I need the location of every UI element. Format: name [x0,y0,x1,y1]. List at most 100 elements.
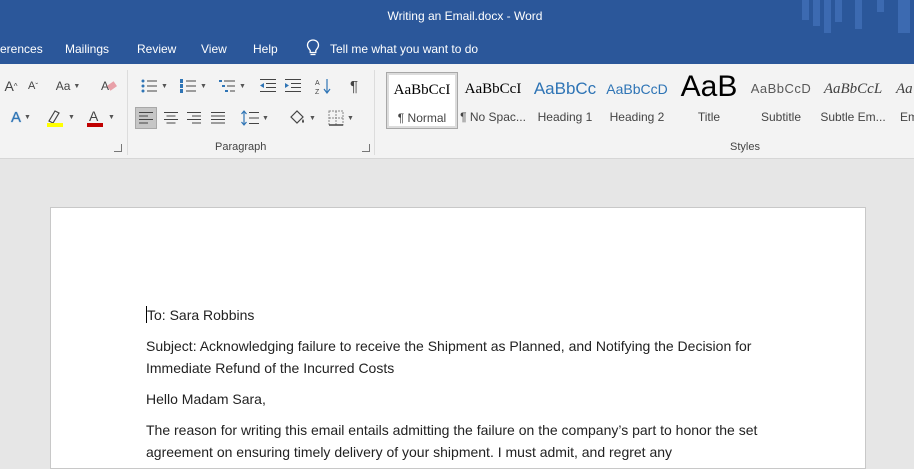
style-label: Heading 2 [609,110,665,124]
line-spacing-icon [241,110,260,126]
style-preview: Aa [896,81,913,97]
increase-indent-button[interactable] [282,76,304,96]
borders-icon [328,110,344,126]
font-color-icon: A [87,108,104,127]
style-preview: AaB [680,72,738,103]
font-dialog-launcher-icon[interactable] [114,144,122,152]
chevron-down-icon: ▼ [347,114,354,122]
style-heading-1[interactable]: AaBbCc Heading 1 [530,72,600,127]
style-label: Title [697,110,721,124]
ribbon-tabs: erences Mailings Review View Help Tell m… [0,33,914,64]
show-formatting-marks-button[interactable]: ¶ [344,76,364,96]
align-right-icon [187,112,201,124]
shading-button[interactable]: ▼ [284,107,320,129]
tell-me-box[interactable]: Tell me what you want to do [306,39,478,57]
sort-icon: A Z [315,79,331,95]
align-left-icon [139,112,153,124]
body-paragraph[interactable]: The reason for writing this email entail… [146,419,776,463]
justify-icon [211,112,225,124]
change-case-label: Aa [55,79,71,93]
document-page[interactable]: To: Sara Robbins Subject: Acknowledging … [50,207,866,469]
tab-help[interactable]: Help [253,42,278,56]
style-label: ¶ No Spac... [460,110,526,124]
line-spacing-button[interactable]: ▼ [238,107,272,129]
multilevel-list-button[interactable]: ▼ [214,76,250,96]
style-preview: AaBbCcD [606,81,668,97]
font-color-button[interactable]: A ▼ [82,106,118,128]
tab-review[interactable]: Review [137,42,176,56]
paragraph-group-label: Paragraph [215,141,267,153]
style-heading-2[interactable]: AaBbCcD Heading 2 [602,72,672,127]
style-label: ¶ Normal [397,111,447,125]
change-case-button[interactable]: Aa ▼ [52,76,84,96]
chevron-down-icon: ▼ [108,113,115,121]
align-center-icon [164,112,178,124]
tab-view[interactable]: View [201,42,227,56]
style-title[interactable]: AaB Title [674,72,744,127]
bullet-list-icon [141,79,158,93]
style-subtle-emphasis[interactable]: AaBbCcL Subtle Em... [818,72,888,127]
bullets-button[interactable]: ▼ [136,76,172,96]
style-preview: AaBbCcL [823,81,883,97]
clear-formatting-button[interactable]: A [99,76,119,96]
tab-references[interactable]: erences [0,42,43,56]
align-left-button[interactable] [135,107,157,129]
style-preview: AaBbCcI [393,82,451,98]
group-separator [127,70,128,155]
text-effects-button[interactable]: A ▼ [4,106,38,128]
grow-font-button[interactable]: A ^ [2,76,20,96]
title-bar: Writing an Email.docx - Word [0,0,914,33]
justify-button[interactable] [207,107,229,129]
align-right-button[interactable] [183,107,205,129]
paragraph-dialog-launcher-icon[interactable] [362,144,370,152]
eraser-icon: A [101,79,117,93]
chevron-down-icon: ▼ [73,82,81,90]
greeting-paragraph[interactable]: Hello Madam Sara, [146,388,776,410]
lightbulb-icon [306,39,320,56]
style-preview: AaBbCcD [750,81,812,96]
group-separator [374,70,375,155]
pilcrow-icon: ¶ [349,77,359,95]
svg-text:A: A [89,108,99,124]
chevron-down-icon: ▼ [24,113,31,121]
subject-paragraph[interactable]: Subject: Acknowledging failure to receiv… [146,335,776,379]
increase-indent-icon [285,79,301,92]
styles-group-label: Styles [730,141,760,153]
highlighter-icon [47,110,64,127]
svg-text:Z: Z [315,89,320,95]
decrease-indent-icon [260,79,276,92]
chevron-down-icon: ▼ [200,82,207,90]
chevron-down-icon: ▼ [309,114,316,122]
sort-button[interactable]: A Z [313,76,335,96]
style-label: Subtle Em... [820,110,886,124]
style-no-spacing[interactable]: AaBbCcI ¶ No Spac... [458,72,528,127]
numbering-button[interactable]: ▼ [175,76,211,96]
borders-button[interactable]: ▼ [324,107,358,129]
style-emphasis[interactable]: Aa Em [890,72,914,127]
style-label: Em [900,110,914,124]
tab-mailings[interactable]: Mailings [65,42,109,56]
to-line: To: Sara Robbins [147,307,255,323]
style-subtitle[interactable]: AaBbCcD Subtitle [746,72,816,127]
style-normal[interactable]: AaBbCcI ¶ Normal [386,72,458,129]
chevron-down-icon: ▼ [262,114,269,122]
chevron-down-icon: ▼ [68,113,75,121]
style-preview: AaBbCcI [464,81,522,97]
style-preview: AaBbCc [533,79,597,98]
svg-text:A: A [315,80,320,87]
multilevel-list-icon [219,80,236,92]
numbered-list-icon [180,79,197,93]
align-center-button[interactable] [160,107,182,129]
ribbon: A ^ Aˇ Aa ▼ A A ▼ ▼ A ▼ ▼ ▼ ▼ A Z ¶ ▼ ▼ … [0,64,914,159]
highlight-color-button[interactable]: ▼ [42,106,78,128]
window-title: Writing an Email.docx - Word [387,9,543,23]
tell-me-text: Tell me what you want to do [330,42,479,56]
chevron-down-icon: ▼ [239,82,246,90]
document-paragraph[interactable]: To: Sara Robbins [146,304,776,326]
shrink-font-button[interactable]: Aˇ [24,76,42,96]
chevron-down-icon: ▼ [161,82,168,90]
decrease-indent-button[interactable] [257,76,279,96]
style-label: Heading 1 [537,110,593,124]
paint-bucket-icon [290,110,305,124]
style-label: Subtitle [760,110,802,124]
